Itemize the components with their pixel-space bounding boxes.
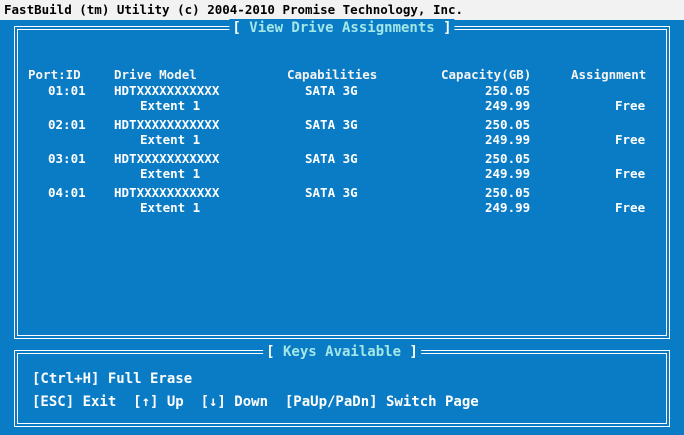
column-header-drive-model: Drive Model bbox=[114, 67, 197, 82]
extent-capacity-cell: 249.99 bbox=[485, 132, 531, 147]
column-header-port-id: Port:ID bbox=[28, 67, 81, 82]
assignment-cell: Free bbox=[615, 132, 646, 147]
drive-model-cell: HDTXXXXXXXXXXX bbox=[114, 83, 220, 98]
drive-panel-title: [ View Drive Assignments ] bbox=[229, 19, 455, 37]
column-header-assignment: Assignment bbox=[571, 67, 647, 82]
extent-label-cell: Extent 1 bbox=[140, 200, 201, 215]
capacity-cell: 250.05 bbox=[485, 151, 531, 166]
port-id-cell: 04:01 bbox=[48, 185, 86, 200]
key-hint-full-erase: [Ctrl+H] Full Erase bbox=[32, 371, 193, 387]
assignment-cell: Free bbox=[615, 200, 646, 215]
column-header-capabilities: Capabilities bbox=[287, 67, 378, 82]
capabilities-cell: SATA 3G bbox=[305, 117, 358, 132]
drive-model-cell: HDTXXXXXXXXXXX bbox=[114, 151, 220, 166]
key-hint-navigation: [ESC] Exit [↑] Up [↓] Down [PaUp/PaDn] S… bbox=[32, 394, 479, 410]
keys-panel-title: [ Keys Available ] bbox=[263, 343, 421, 361]
drive-panel-title-text: View Drive Assignments bbox=[249, 20, 435, 36]
drive-model-cell: HDTXXXXXXXXXXX bbox=[114, 117, 220, 132]
extent-capacity-cell: 249.99 bbox=[485, 98, 531, 113]
capabilities-cell: SATA 3G bbox=[305, 185, 358, 200]
capabilities-cell: SATA 3G bbox=[305, 151, 358, 166]
keys-panel-title-text: Keys Available bbox=[282, 344, 402, 360]
keys-available-panel: [ Keys Available ] [Ctrl+H] Full Erase [… bbox=[14, 343, 670, 427]
port-id-cell: 03:01 bbox=[48, 151, 86, 166]
capacity-cell: 250.05 bbox=[485, 185, 531, 200]
drive-model-cell: HDTXXXXXXXXXXX bbox=[114, 185, 220, 200]
extent-capacity-cell: 249.99 bbox=[485, 166, 531, 181]
capacity-cell: 250.05 bbox=[485, 117, 531, 132]
extent-label-cell: Extent 1 bbox=[140, 132, 201, 147]
window-title-bar: FastBuild (tm) Utility (c) 2004-2010 Pro… bbox=[0, 0, 684, 20]
port-id-cell: 01:01 bbox=[48, 83, 86, 98]
port-id-cell: 02:01 bbox=[48, 117, 86, 132]
capabilities-cell: SATA 3G bbox=[305, 83, 358, 98]
extent-label-cell: Extent 1 bbox=[140, 98, 201, 113]
assignment-cell: Free bbox=[615, 98, 646, 113]
assignment-cell: Free bbox=[615, 166, 646, 181]
column-header-capacity: Capacity(GB) bbox=[441, 67, 532, 82]
drive-assignments-panel: [ View Drive Assignments ] Port:ID Drive… bbox=[14, 19, 670, 339]
extent-label-cell: Extent 1 bbox=[140, 166, 201, 181]
capacity-cell: 250.05 bbox=[485, 83, 531, 98]
extent-capacity-cell: 249.99 bbox=[485, 200, 531, 215]
